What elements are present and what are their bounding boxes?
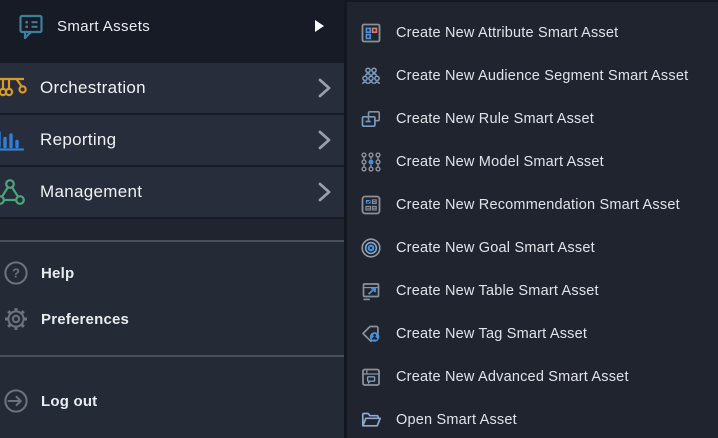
menu-spacer [0, 219, 344, 240]
menu-item-label: Help [41, 265, 74, 282]
submenu-item-label: Create New Tag Smart Asset [396, 326, 587, 342]
submenu-item-label: Create New Recommendation Smart Asset [396, 197, 680, 213]
logout-section: Log out [0, 357, 344, 438]
table-icon [359, 279, 383, 303]
menu-item-reporting[interactable]: Reporting [0, 115, 344, 167]
menu-item-label: Preferences [41, 311, 129, 328]
menu-item-smart-assets[interactable]: Smart Assets [0, 0, 344, 63]
submenu-item-create-recommendation[interactable]: Create New Recommendation Smart Asset [347, 183, 718, 226]
submenu-item-create-tag[interactable]: Create New Tag Smart Asset [347, 312, 718, 355]
submenu-list: Create New Attribute Smart Asset Create … [347, 2, 718, 438]
submenu-open-triangle-icon [313, 19, 325, 33]
menu-item-label: Reporting [40, 130, 116, 150]
submenu-item-create-table[interactable]: Create New Table Smart Asset [347, 269, 718, 312]
submenu-item-create-advanced[interactable]: Create New Advanced Smart Asset [347, 355, 718, 398]
submenu-item-create-rule[interactable]: Create New Rule Smart Asset [347, 97, 718, 140]
svg-text:?: ? [12, 266, 20, 281]
menu-overlay: Smart Assets [0, 0, 718, 438]
chevron-right-icon [314, 76, 334, 100]
submenu-item-label: Create New Attribute Smart Asset [396, 25, 618, 41]
smart-assets-icon [17, 12, 45, 40]
menu-item-logout[interactable]: Log out [0, 378, 344, 424]
management-icon [0, 177, 27, 207]
main-menu: Smart Assets [0, 0, 347, 438]
chevron-right-icon [314, 180, 334, 204]
goal-icon [359, 236, 383, 260]
submenu-item-label: Create New Table Smart Asset [396, 283, 599, 299]
advanced-icon [359, 365, 383, 389]
submenu-item-label: Open Smart Asset [396, 412, 517, 428]
attribute-icon [359, 21, 383, 45]
recommendation-icon [359, 193, 383, 217]
menu-item-management[interactable]: Management [0, 167, 344, 219]
menu-item-label: Management [40, 182, 142, 202]
logout-icon [3, 388, 29, 414]
reporting-icon [0, 125, 27, 155]
menu-item-label: Orchestration [40, 78, 146, 98]
submenu-item-create-audience-segment[interactable]: Create New Audience Segment Smart Asset [347, 54, 718, 97]
submenu-item-open[interactable]: Open Smart Asset [347, 398, 718, 438]
menu-item-label: Smart Assets [57, 18, 150, 35]
open-folder-icon [359, 408, 383, 432]
smart-assets-submenu: Create New Attribute Smart Asset Create … [347, 0, 718, 438]
submenu-item-create-attribute[interactable]: Create New Attribute Smart Asset [347, 11, 718, 54]
submenu-item-create-goal[interactable]: Create New Goal Smart Asset [347, 226, 718, 269]
audience-segment-icon [359, 64, 383, 88]
model-icon [359, 150, 383, 174]
help-icon: ? [3, 260, 29, 286]
menu-item-orchestration[interactable]: Orchestration [0, 63, 344, 115]
orchestration-icon [0, 73, 27, 103]
preferences-icon [3, 306, 29, 332]
rule-icon [359, 107, 383, 131]
tag-icon [359, 322, 383, 346]
chevron-right-icon [314, 128, 334, 152]
submenu-item-label: Create New Model Smart Asset [396, 154, 604, 170]
menu-item-preferences[interactable]: Preferences [0, 296, 344, 342]
menu-sections: Orchestration Reporting [0, 63, 344, 219]
submenu-item-create-model[interactable]: Create New Model Smart Asset [347, 140, 718, 183]
submenu-item-label: Create New Rule Smart Asset [396, 111, 594, 127]
submenu-item-label: Create New Advanced Smart Asset [396, 369, 629, 385]
submenu-item-label: Create New Goal Smart Asset [396, 240, 595, 256]
utility-section: ? Help [0, 242, 344, 355]
submenu-item-label: Create New Audience Segment Smart Asset [396, 68, 688, 84]
menu-item-help[interactable]: ? Help [0, 250, 344, 296]
menu-item-label: Log out [41, 393, 97, 410]
